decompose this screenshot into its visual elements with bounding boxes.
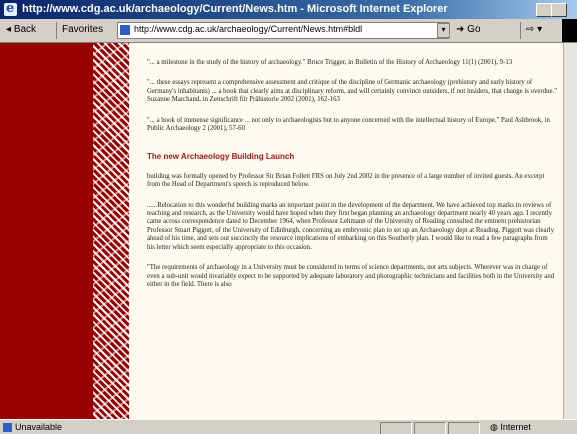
address-field[interactable]: http://www.cdg.ac.uk/archaeology/Current… <box>117 22 449 39</box>
throbber-logo <box>562 19 577 42</box>
status-panel <box>380 422 412 434</box>
browser-window: http://www.cdg.ac.uk/archaeology/Current… <box>0 0 577 434</box>
minimize-button[interactable] <box>536 3 552 17</box>
favorites-button[interactable]: Favorites <box>62 24 103 35</box>
internet-explorer-icon <box>4 0 17 18</box>
status-text: Unavailable <box>15 422 63 432</box>
status-panel <box>448 422 480 434</box>
page-status-icon <box>3 423 12 432</box>
go-label: Go <box>467 24 481 35</box>
article-column: "... a milestone in the study of the his… <box>147 59 557 301</box>
links-button[interactable]: ⇨ ▾ <box>526 24 542 35</box>
go-button[interactable]: ➜ Go <box>456 24 481 35</box>
status-panel <box>414 422 446 434</box>
page-content: "... a milestone in the study of the his… <box>0 43 577 419</box>
status-bar: Unavailable ◍ Internet <box>0 419 577 434</box>
title-bar: http://www.cdg.ac.uk/archaeology/Current… <box>0 0 577 19</box>
left-decorative-band <box>0 43 93 419</box>
page-icon <box>120 25 130 35</box>
article-paragraph: ......Relocation to this wonderful build… <box>147 201 555 251</box>
review-quote-2: "... these essays represent a comprehens… <box>147 79 557 104</box>
address-dropdown-button[interactable]: ▾ <box>437 23 450 38</box>
address-bar: ◂ Back Favorites http://www.cdg.ac.uk/ar… <box>0 19 577 43</box>
review-quote-1: "... a milestone in the study of the his… <box>147 59 513 66</box>
review-quote-3: "... a book of immense significance ... … <box>147 116 550 133</box>
toolbar-separator <box>520 22 521 39</box>
security-zone: ◍ Internet <box>490 422 531 433</box>
globe-icon: ◍ <box>490 422 501 432</box>
vertical-scrollbar[interactable] <box>563 43 577 419</box>
article-paragraph: building was formally opened by Professo… <box>147 172 545 189</box>
zone-label: Internet <box>500 422 531 432</box>
address-url[interactable]: http://www.cdg.ac.uk/archaeology/Current… <box>134 24 362 34</box>
window-title: http://www.cdg.ac.uk/archaeology/Current… <box>22 3 448 15</box>
back-label: Back <box>13 24 37 35</box>
article-paragraph: "The requirements of archaeology in a Un… <box>147 264 555 288</box>
back-button[interactable]: ◂ Back <box>6 24 36 35</box>
decorative-border-pattern <box>93 43 129 419</box>
toolbar-separator <box>56 22 57 39</box>
go-arrow-icon: ➜ <box>456 24 468 35</box>
back-arrow-icon: ◂ <box>6 24 14 35</box>
section-heading: The new Archaeology Building Launch <box>147 152 295 162</box>
maximize-button[interactable] <box>551 3 567 17</box>
